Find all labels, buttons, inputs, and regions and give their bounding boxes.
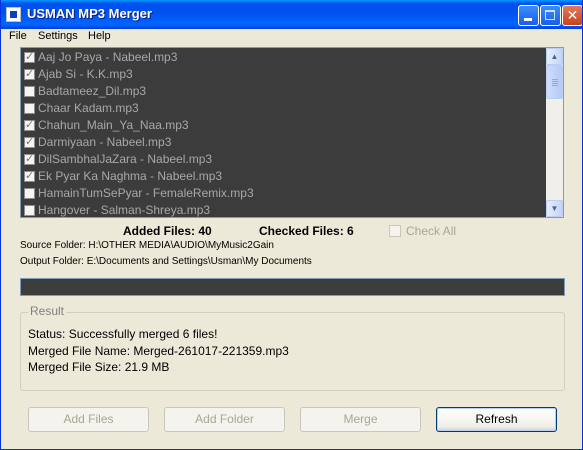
added-files-count: Added Files: 40	[123, 224, 212, 238]
file-list-item[interactable]: HamainTumSePyar - FemaleRemix.mp3	[24, 185, 544, 202]
file-list-item[interactable]: Ajab Si - K.K.mp3	[24, 66, 544, 83]
result-legend: Result	[28, 304, 67, 318]
file-name: Ek Pyar Ka Naghma - Nabeel.mp3	[38, 169, 223, 183]
file-name: Hangover - Salman-Shreya.mp3	[38, 203, 211, 217]
file-list-item[interactable]: DilSambhalJaZara - Nabeel.mp3	[24, 151, 544, 168]
scrollbar-thumb[interactable]	[546, 65, 563, 99]
scrollbar-grip-icon	[552, 83, 558, 84]
add-folder-button: Add Folder	[164, 407, 285, 432]
file-checkbox[interactable]	[24, 152, 35, 165]
file-list-item[interactable]: Badtameez_Dil.mp3	[24, 83, 544, 100]
file-list-item[interactable]: Aaj Jo Paya - Nabeel.mp3	[24, 49, 544, 66]
app-icon[interactable]	[6, 7, 21, 22]
minimize-icon	[524, 18, 532, 21]
add-files-button: Add Files	[28, 407, 149, 432]
file-checkbox[interactable]	[24, 188, 35, 199]
file-checkbox[interactable]	[24, 169, 35, 182]
scroll-down-arrow-icon: ▼	[550, 204, 559, 213]
app-window: USMAN MP3 Merger ✕ File Settings Help Aa…	[0, 0, 583, 450]
file-list[interactable]: Aaj Jo Paya - Nabeel.mp3 Ajab Si - K.K.m…	[20, 47, 564, 218]
file-list-item[interactable]: Darmiyaan - Nabeel.mp3	[24, 134, 544, 151]
merge-progress-bar	[20, 278, 565, 296]
close-icon: ✕	[566, 7, 579, 23]
close-button[interactable]: ✕	[562, 5, 582, 26]
file-name: Ajab Si - K.K.mp3	[38, 67, 133, 81]
file-name: DilSambhalJaZara - Nabeel.mp3	[38, 152, 213, 166]
file-checkbox[interactable]	[24, 103, 35, 114]
file-list-item[interactable]: Hangover - Salman-Shreya.mp3	[24, 202, 544, 217]
scroll-up-arrow-icon: ▲	[550, 52, 559, 61]
maximize-button	[540, 5, 561, 26]
result-file-name: Merged File Name: Merged-261017-221359.m…	[28, 344, 289, 358]
check-all-label: Check All	[406, 224, 457, 238]
maximize-icon	[545, 10, 555, 20]
file-checkbox[interactable]	[24, 205, 35, 216]
menu-bar: File Settings Help	[1, 29, 582, 45]
file-list-item[interactable]: Chahun_Main_Ya_Naa.mp3	[24, 117, 544, 134]
scroll-up-button[interactable]: ▲	[546, 48, 563, 65]
output-folder-label: Output Folder: E:\Documents and Settings…	[20, 256, 312, 267]
file-name: Darmiyaan - Nabeel.mp3	[38, 135, 172, 149]
file-name: Aaj Jo Paya - Nabeel.mp3	[38, 50, 178, 64]
menu-help[interactable]: Help	[88, 30, 111, 42]
file-name: Chahun_Main_Ya_Naa.mp3	[38, 118, 189, 132]
file-checkbox[interactable]	[24, 67, 35, 80]
window-title: USMAN MP3 Merger	[27, 6, 152, 21]
file-checkbox[interactable]	[24, 50, 35, 63]
file-list-item[interactable]: Ek Pyar Ka Naghma - Nabeel.mp3	[24, 168, 544, 185]
checked-files-count: Checked Files: 6	[259, 224, 354, 238]
file-list-item[interactable]: Chaar Kadam.mp3	[24, 100, 544, 117]
scrollbar-grip-icon	[552, 79, 558, 80]
title-bar[interactable]: USMAN MP3 Merger ✕	[1, 0, 582, 29]
source-folder-label: Source Folder: H:\OTHER MEDIA\AUDIO\MyMu…	[20, 240, 274, 251]
minimize-button[interactable]	[518, 5, 539, 26]
file-checkbox[interactable]	[24, 86, 35, 97]
file-checkbox[interactable]	[24, 118, 35, 131]
file-list-scrollbar[interactable]: ▲ ▼	[546, 48, 563, 217]
file-name: Chaar Kadam.mp3	[38, 101, 139, 115]
refresh-button[interactable]: Refresh	[436, 407, 557, 432]
scroll-down-button[interactable]: ▼	[546, 200, 563, 217]
menu-settings[interactable]: Settings	[38, 30, 78, 42]
file-checkbox[interactable]	[24, 135, 35, 148]
merge-button: Merge	[300, 407, 421, 432]
result-status: Status: Successfully merged 6 files!	[28, 327, 218, 341]
scrollbar-grip-icon	[552, 81, 558, 82]
file-name: HamainTumSePyar - FemaleRemix.mp3	[38, 186, 254, 200]
menu-file[interactable]: File	[9, 30, 27, 42]
result-file-size: Merged File Size: 21.9 MB	[28, 360, 170, 374]
scrollbar-grip-icon	[552, 85, 558, 86]
check-all-box	[389, 225, 401, 237]
file-name: Badtameez_Dil.mp3	[38, 84, 147, 98]
